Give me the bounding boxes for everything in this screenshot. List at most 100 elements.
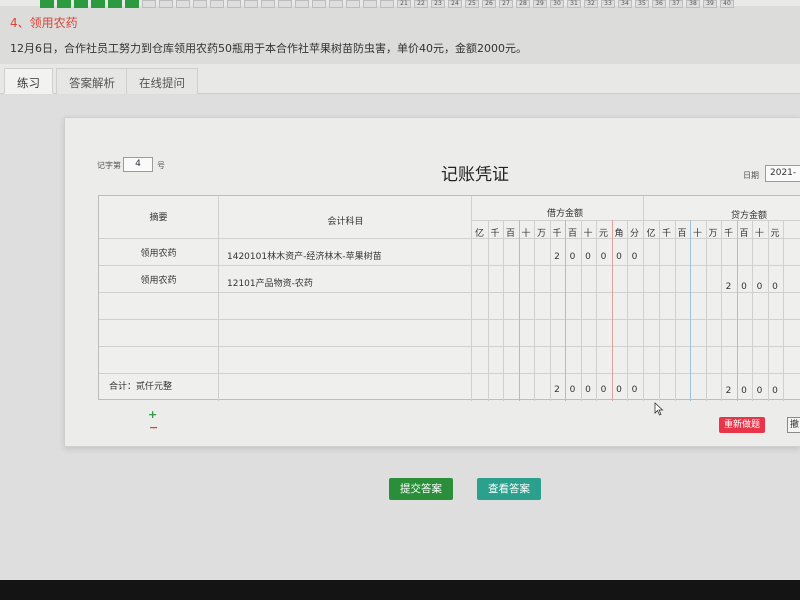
remove-row-icon[interactable]: −: [149, 422, 158, 433]
digit-header: 十: [521, 229, 531, 239]
digit-header: 百: [505, 229, 515, 239]
voucher-table: 摘要 会计科目 借方金额 贷方金额 领用农药 1420101林木资产-经济林木-…: [98, 195, 800, 401]
question-number-20[interactable]: [363, 0, 377, 8]
total-debit-digit[interactable]: 0: [612, 385, 627, 395]
question-title: 4、领用农药: [10, 16, 78, 30]
total-credit-digit[interactable]: 2: [721, 386, 736, 396]
question-number-34[interactable]: 33: [601, 0, 615, 8]
undo-button[interactable]: 撤: [787, 417, 800, 433]
question-number-9[interactable]: [176, 0, 190, 8]
date-label: 日期: [743, 171, 759, 180]
question-number-40[interactable]: 39: [703, 0, 717, 8]
digit-header: 百: [739, 229, 749, 239]
debit-digit[interactable]: 0: [581, 252, 596, 262]
digit-col-line: [783, 220, 784, 401]
row2-account[interactable]: 12101产品物资-农药: [227, 276, 313, 289]
question-number-31[interactable]: 30: [550, 0, 564, 8]
total-debit-digit[interactable]: 2: [550, 385, 565, 395]
question-number-30[interactable]: 29: [533, 0, 547, 8]
question-number-22[interactable]: 21: [397, 0, 411, 8]
tab-bar: 练习 答案解析 在线提问: [0, 64, 800, 94]
tab-practice[interactable]: 练习: [4, 68, 53, 94]
digit-col-line: [611, 220, 613, 401]
debit-digit[interactable]: 0: [565, 252, 580, 262]
digit-col-line: [565, 220, 566, 401]
debit-digit[interactable]: 0: [596, 252, 611, 262]
credit-digit[interactable]: 0: [752, 282, 767, 292]
question-number-24[interactable]: 23: [431, 0, 445, 8]
question-number-13[interactable]: [244, 0, 258, 8]
total-debit-digit[interactable]: 0: [596, 385, 611, 395]
question-number-8[interactable]: [159, 0, 173, 8]
question-number-7[interactable]: [142, 0, 156, 8]
digit-header: 百: [677, 229, 687, 239]
row1-account[interactable]: 1420101林木资产-经济林木-苹果树苗: [227, 249, 382, 262]
header-debit: 借方金额: [546, 209, 583, 219]
digit-header: 万: [708, 229, 718, 239]
question-number-23[interactable]: 22: [414, 0, 428, 8]
debit-digit[interactable]: 0: [627, 252, 642, 262]
tab-online-question[interactable]: 在线提问: [126, 68, 198, 94]
debit-digit[interactable]: 2: [550, 252, 565, 262]
question-number-29[interactable]: 28: [516, 0, 530, 8]
question-number-2[interactable]: [57, 0, 71, 8]
voucher-number-input[interactable]: 4: [123, 157, 153, 172]
add-row-icon[interactable]: +: [148, 409, 157, 420]
question-number-1[interactable]: [40, 0, 54, 8]
question-number-12[interactable]: [227, 0, 241, 8]
question-number-25[interactable]: 24: [448, 0, 462, 8]
digit-col-line: [534, 220, 535, 401]
question-number-11[interactable]: [210, 0, 224, 8]
digit-header: 百: [567, 229, 577, 239]
question-number-32[interactable]: 31: [567, 0, 581, 8]
question-number-36[interactable]: 35: [635, 0, 649, 8]
question-number-39[interactable]: 38: [686, 0, 700, 8]
row-line: [99, 346, 800, 347]
credit-digit[interactable]: 0: [737, 282, 752, 292]
digit-header: 十: [583, 229, 593, 239]
question-number-18[interactable]: [329, 0, 343, 8]
submit-answer-button[interactable]: 提交答案: [389, 478, 453, 500]
digit-col-line: [487, 220, 489, 401]
debit-digit[interactable]: 0: [612, 252, 627, 262]
redo-button[interactable]: 重新做题: [719, 417, 765, 433]
date-input[interactable]: 2021-: [765, 165, 800, 182]
question-number-35[interactable]: 34: [618, 0, 632, 8]
digit-header: 亿: [474, 229, 484, 239]
question-number-33[interactable]: 32: [584, 0, 598, 8]
question-number-38[interactable]: 37: [669, 0, 683, 8]
question-number-10[interactable]: [193, 0, 207, 8]
digit-header: 分: [629, 229, 639, 239]
total-credit-digit[interactable]: 0: [737, 386, 752, 396]
question-number-5[interactable]: [108, 0, 122, 8]
row2-summary[interactable]: 领用农药: [99, 273, 218, 286]
question-number-27[interactable]: 26: [482, 0, 496, 8]
credit-digit[interactable]: 0: [768, 282, 783, 292]
question-number-41[interactable]: 40: [720, 0, 734, 8]
voucher-number-suffix: 号: [157, 161, 165, 170]
digit-col-line: [752, 220, 753, 401]
digit-header: 角: [614, 229, 624, 239]
tab-answer-analysis[interactable]: 答案解析: [56, 68, 128, 94]
question-number-21[interactable]: [380, 0, 394, 8]
total-credit-digit[interactable]: 0: [768, 386, 783, 396]
question-number-17[interactable]: [312, 0, 326, 8]
total-debit-digit[interactable]: 0: [627, 385, 642, 395]
question-number-3[interactable]: [74, 0, 88, 8]
credit-digit[interactable]: 2: [721, 282, 736, 292]
question-number-4[interactable]: [91, 0, 105, 8]
total-debit-digit[interactable]: 0: [581, 385, 596, 395]
row1-summary[interactable]: 领用农药: [99, 246, 218, 259]
question-number-15[interactable]: [278, 0, 292, 8]
total-amount-in-words: 合计：贰仟元整: [109, 382, 173, 392]
question-number-6[interactable]: [125, 0, 139, 8]
question-number-16[interactable]: [295, 0, 309, 8]
question-number-28[interactable]: 27: [499, 0, 513, 8]
question-number-19[interactable]: [346, 0, 360, 8]
view-answer-button[interactable]: 查看答案: [477, 478, 541, 500]
question-number-26[interactable]: 25: [465, 0, 479, 8]
total-debit-digit[interactable]: 0: [565, 385, 580, 395]
question-number-37[interactable]: 36: [652, 0, 666, 8]
total-credit-digit[interactable]: 0: [752, 386, 767, 396]
question-number-14[interactable]: [261, 0, 275, 8]
